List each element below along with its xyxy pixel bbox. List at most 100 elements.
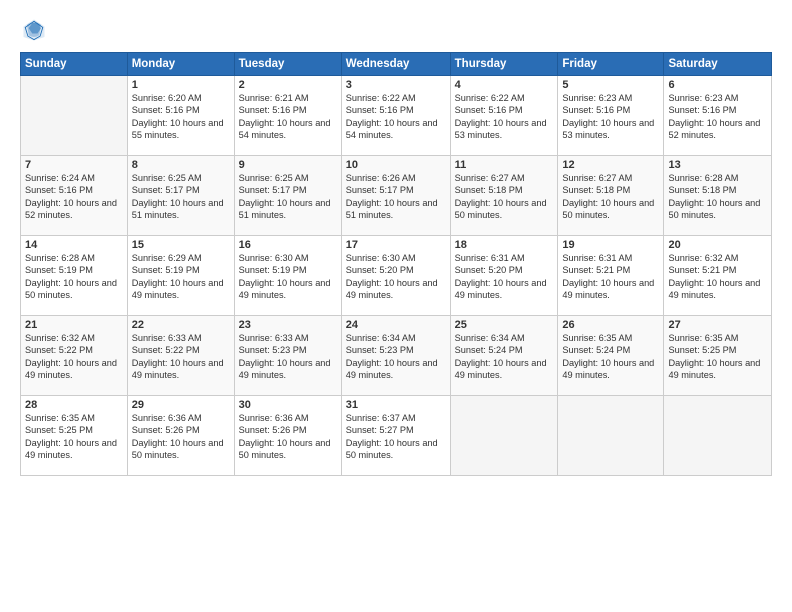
day-info: Sunrise: 6:36 AMSunset: 5:26 PMDaylight:… xyxy=(132,412,230,462)
calendar-header-saturday: Saturday xyxy=(664,53,772,76)
day-info: Sunrise: 6:33 AMSunset: 5:22 PMDaylight:… xyxy=(132,332,230,382)
calendar-cell: 30 Sunrise: 6:36 AMSunset: 5:26 PMDaylig… xyxy=(234,396,341,476)
day-number: 20 xyxy=(668,239,767,251)
day-number: 16 xyxy=(239,239,337,251)
logo-icon xyxy=(20,16,48,44)
calendar-cell xyxy=(21,76,128,156)
day-info: Sunrise: 6:27 AMSunset: 5:18 PMDaylight:… xyxy=(562,172,659,222)
day-number: 7 xyxy=(25,159,123,171)
day-number: 13 xyxy=(668,159,767,171)
calendar-header-tuesday: Tuesday xyxy=(234,53,341,76)
day-number: 1 xyxy=(132,79,230,91)
day-info: Sunrise: 6:35 AMSunset: 5:24 PMDaylight:… xyxy=(562,332,659,382)
calendar-cell: 25 Sunrise: 6:34 AMSunset: 5:24 PMDaylig… xyxy=(450,316,558,396)
day-info: Sunrise: 6:30 AMSunset: 5:20 PMDaylight:… xyxy=(346,252,446,302)
day-number: 27 xyxy=(668,319,767,331)
calendar-cell: 26 Sunrise: 6:35 AMSunset: 5:24 PMDaylig… xyxy=(558,316,664,396)
calendar-cell: 11 Sunrise: 6:27 AMSunset: 5:18 PMDaylig… xyxy=(450,156,558,236)
day-info: Sunrise: 6:22 AMSunset: 5:16 PMDaylight:… xyxy=(346,92,446,142)
day-info: Sunrise: 6:29 AMSunset: 5:19 PMDaylight:… xyxy=(132,252,230,302)
calendar-cell: 5 Sunrise: 6:23 AMSunset: 5:16 PMDayligh… xyxy=(558,76,664,156)
calendar-cell: 6 Sunrise: 6:23 AMSunset: 5:16 PMDayligh… xyxy=(664,76,772,156)
day-number: 25 xyxy=(455,319,554,331)
day-number: 8 xyxy=(132,159,230,171)
calendar-cell: 7 Sunrise: 6:24 AMSunset: 5:16 PMDayligh… xyxy=(21,156,128,236)
day-number: 30 xyxy=(239,399,337,411)
calendar-cell: 4 Sunrise: 6:22 AMSunset: 5:16 PMDayligh… xyxy=(450,76,558,156)
calendar-header-row: SundayMondayTuesdayWednesdayThursdayFrid… xyxy=(21,53,772,76)
calendar-week-4: 21 Sunrise: 6:32 AMSunset: 5:22 PMDaylig… xyxy=(21,316,772,396)
day-info: Sunrise: 6:25 AMSunset: 5:17 PMDaylight:… xyxy=(132,172,230,222)
calendar-cell xyxy=(558,396,664,476)
calendar-header-thursday: Thursday xyxy=(450,53,558,76)
day-info: Sunrise: 6:30 AMSunset: 5:19 PMDaylight:… xyxy=(239,252,337,302)
day-info: Sunrise: 6:27 AMSunset: 5:18 PMDaylight:… xyxy=(455,172,554,222)
calendar-cell: 1 Sunrise: 6:20 AMSunset: 5:16 PMDayligh… xyxy=(127,76,234,156)
day-number: 17 xyxy=(346,239,446,251)
day-info: Sunrise: 6:32 AMSunset: 5:21 PMDaylight:… xyxy=(668,252,767,302)
calendar-cell: 19 Sunrise: 6:31 AMSunset: 5:21 PMDaylig… xyxy=(558,236,664,316)
calendar-cell: 9 Sunrise: 6:25 AMSunset: 5:17 PMDayligh… xyxy=(234,156,341,236)
calendar-header-sunday: Sunday xyxy=(21,53,128,76)
calendar-header-friday: Friday xyxy=(558,53,664,76)
day-number: 4 xyxy=(455,79,554,91)
page: SundayMondayTuesdayWednesdayThursdayFrid… xyxy=(0,0,792,612)
calendar-week-5: 28 Sunrise: 6:35 AMSunset: 5:25 PMDaylig… xyxy=(21,396,772,476)
calendar-cell: 14 Sunrise: 6:28 AMSunset: 5:19 PMDaylig… xyxy=(21,236,128,316)
calendar-cell: 22 Sunrise: 6:33 AMSunset: 5:22 PMDaylig… xyxy=(127,316,234,396)
day-number: 9 xyxy=(239,159,337,171)
day-number: 29 xyxy=(132,399,230,411)
calendar-cell: 12 Sunrise: 6:27 AMSunset: 5:18 PMDaylig… xyxy=(558,156,664,236)
calendar-cell: 31 Sunrise: 6:37 AMSunset: 5:27 PMDaylig… xyxy=(341,396,450,476)
day-number: 31 xyxy=(346,399,446,411)
calendar-cell: 2 Sunrise: 6:21 AMSunset: 5:16 PMDayligh… xyxy=(234,76,341,156)
calendar-cell: 16 Sunrise: 6:30 AMSunset: 5:19 PMDaylig… xyxy=(234,236,341,316)
calendar-cell: 3 Sunrise: 6:22 AMSunset: 5:16 PMDayligh… xyxy=(341,76,450,156)
day-number: 6 xyxy=(668,79,767,91)
calendar-cell: 21 Sunrise: 6:32 AMSunset: 5:22 PMDaylig… xyxy=(21,316,128,396)
day-info: Sunrise: 6:26 AMSunset: 5:17 PMDaylight:… xyxy=(346,172,446,222)
day-number: 24 xyxy=(346,319,446,331)
calendar-cell: 13 Sunrise: 6:28 AMSunset: 5:18 PMDaylig… xyxy=(664,156,772,236)
day-number: 28 xyxy=(25,399,123,411)
calendar-cell: 17 Sunrise: 6:30 AMSunset: 5:20 PMDaylig… xyxy=(341,236,450,316)
day-number: 19 xyxy=(562,239,659,251)
day-info: Sunrise: 6:28 AMSunset: 5:18 PMDaylight:… xyxy=(668,172,767,222)
day-info: Sunrise: 6:35 AMSunset: 5:25 PMDaylight:… xyxy=(25,412,123,462)
day-info: Sunrise: 6:21 AMSunset: 5:16 PMDaylight:… xyxy=(239,92,337,142)
calendar-cell: 29 Sunrise: 6:36 AMSunset: 5:26 PMDaylig… xyxy=(127,396,234,476)
calendar-cell: 20 Sunrise: 6:32 AMSunset: 5:21 PMDaylig… xyxy=(664,236,772,316)
day-info: Sunrise: 6:35 AMSunset: 5:25 PMDaylight:… xyxy=(668,332,767,382)
calendar-week-3: 14 Sunrise: 6:28 AMSunset: 5:19 PMDaylig… xyxy=(21,236,772,316)
day-number: 21 xyxy=(25,319,123,331)
day-number: 12 xyxy=(562,159,659,171)
day-number: 26 xyxy=(562,319,659,331)
day-number: 22 xyxy=(132,319,230,331)
calendar-week-2: 7 Sunrise: 6:24 AMSunset: 5:16 PMDayligh… xyxy=(21,156,772,236)
calendar-cell xyxy=(664,396,772,476)
logo xyxy=(20,16,52,44)
calendar-header-wednesday: Wednesday xyxy=(341,53,450,76)
day-info: Sunrise: 6:32 AMSunset: 5:22 PMDaylight:… xyxy=(25,332,123,382)
calendar-cell: 27 Sunrise: 6:35 AMSunset: 5:25 PMDaylig… xyxy=(664,316,772,396)
day-info: Sunrise: 6:24 AMSunset: 5:16 PMDaylight:… xyxy=(25,172,123,222)
day-info: Sunrise: 6:22 AMSunset: 5:16 PMDaylight:… xyxy=(455,92,554,142)
calendar-cell: 23 Sunrise: 6:33 AMSunset: 5:23 PMDaylig… xyxy=(234,316,341,396)
calendar: SundayMondayTuesdayWednesdayThursdayFrid… xyxy=(20,52,772,476)
day-info: Sunrise: 6:36 AMSunset: 5:26 PMDaylight:… xyxy=(239,412,337,462)
calendar-week-1: 1 Sunrise: 6:20 AMSunset: 5:16 PMDayligh… xyxy=(21,76,772,156)
day-number: 18 xyxy=(455,239,554,251)
day-number: 10 xyxy=(346,159,446,171)
day-number: 23 xyxy=(239,319,337,331)
day-number: 5 xyxy=(562,79,659,91)
day-info: Sunrise: 6:34 AMSunset: 5:23 PMDaylight:… xyxy=(346,332,446,382)
day-info: Sunrise: 6:37 AMSunset: 5:27 PMDaylight:… xyxy=(346,412,446,462)
calendar-cell: 24 Sunrise: 6:34 AMSunset: 5:23 PMDaylig… xyxy=(341,316,450,396)
day-info: Sunrise: 6:31 AMSunset: 5:21 PMDaylight:… xyxy=(562,252,659,302)
day-number: 3 xyxy=(346,79,446,91)
day-info: Sunrise: 6:28 AMSunset: 5:19 PMDaylight:… xyxy=(25,252,123,302)
day-info: Sunrise: 6:23 AMSunset: 5:16 PMDaylight:… xyxy=(668,92,767,142)
calendar-cell: 28 Sunrise: 6:35 AMSunset: 5:25 PMDaylig… xyxy=(21,396,128,476)
calendar-cell: 8 Sunrise: 6:25 AMSunset: 5:17 PMDayligh… xyxy=(127,156,234,236)
day-number: 15 xyxy=(132,239,230,251)
